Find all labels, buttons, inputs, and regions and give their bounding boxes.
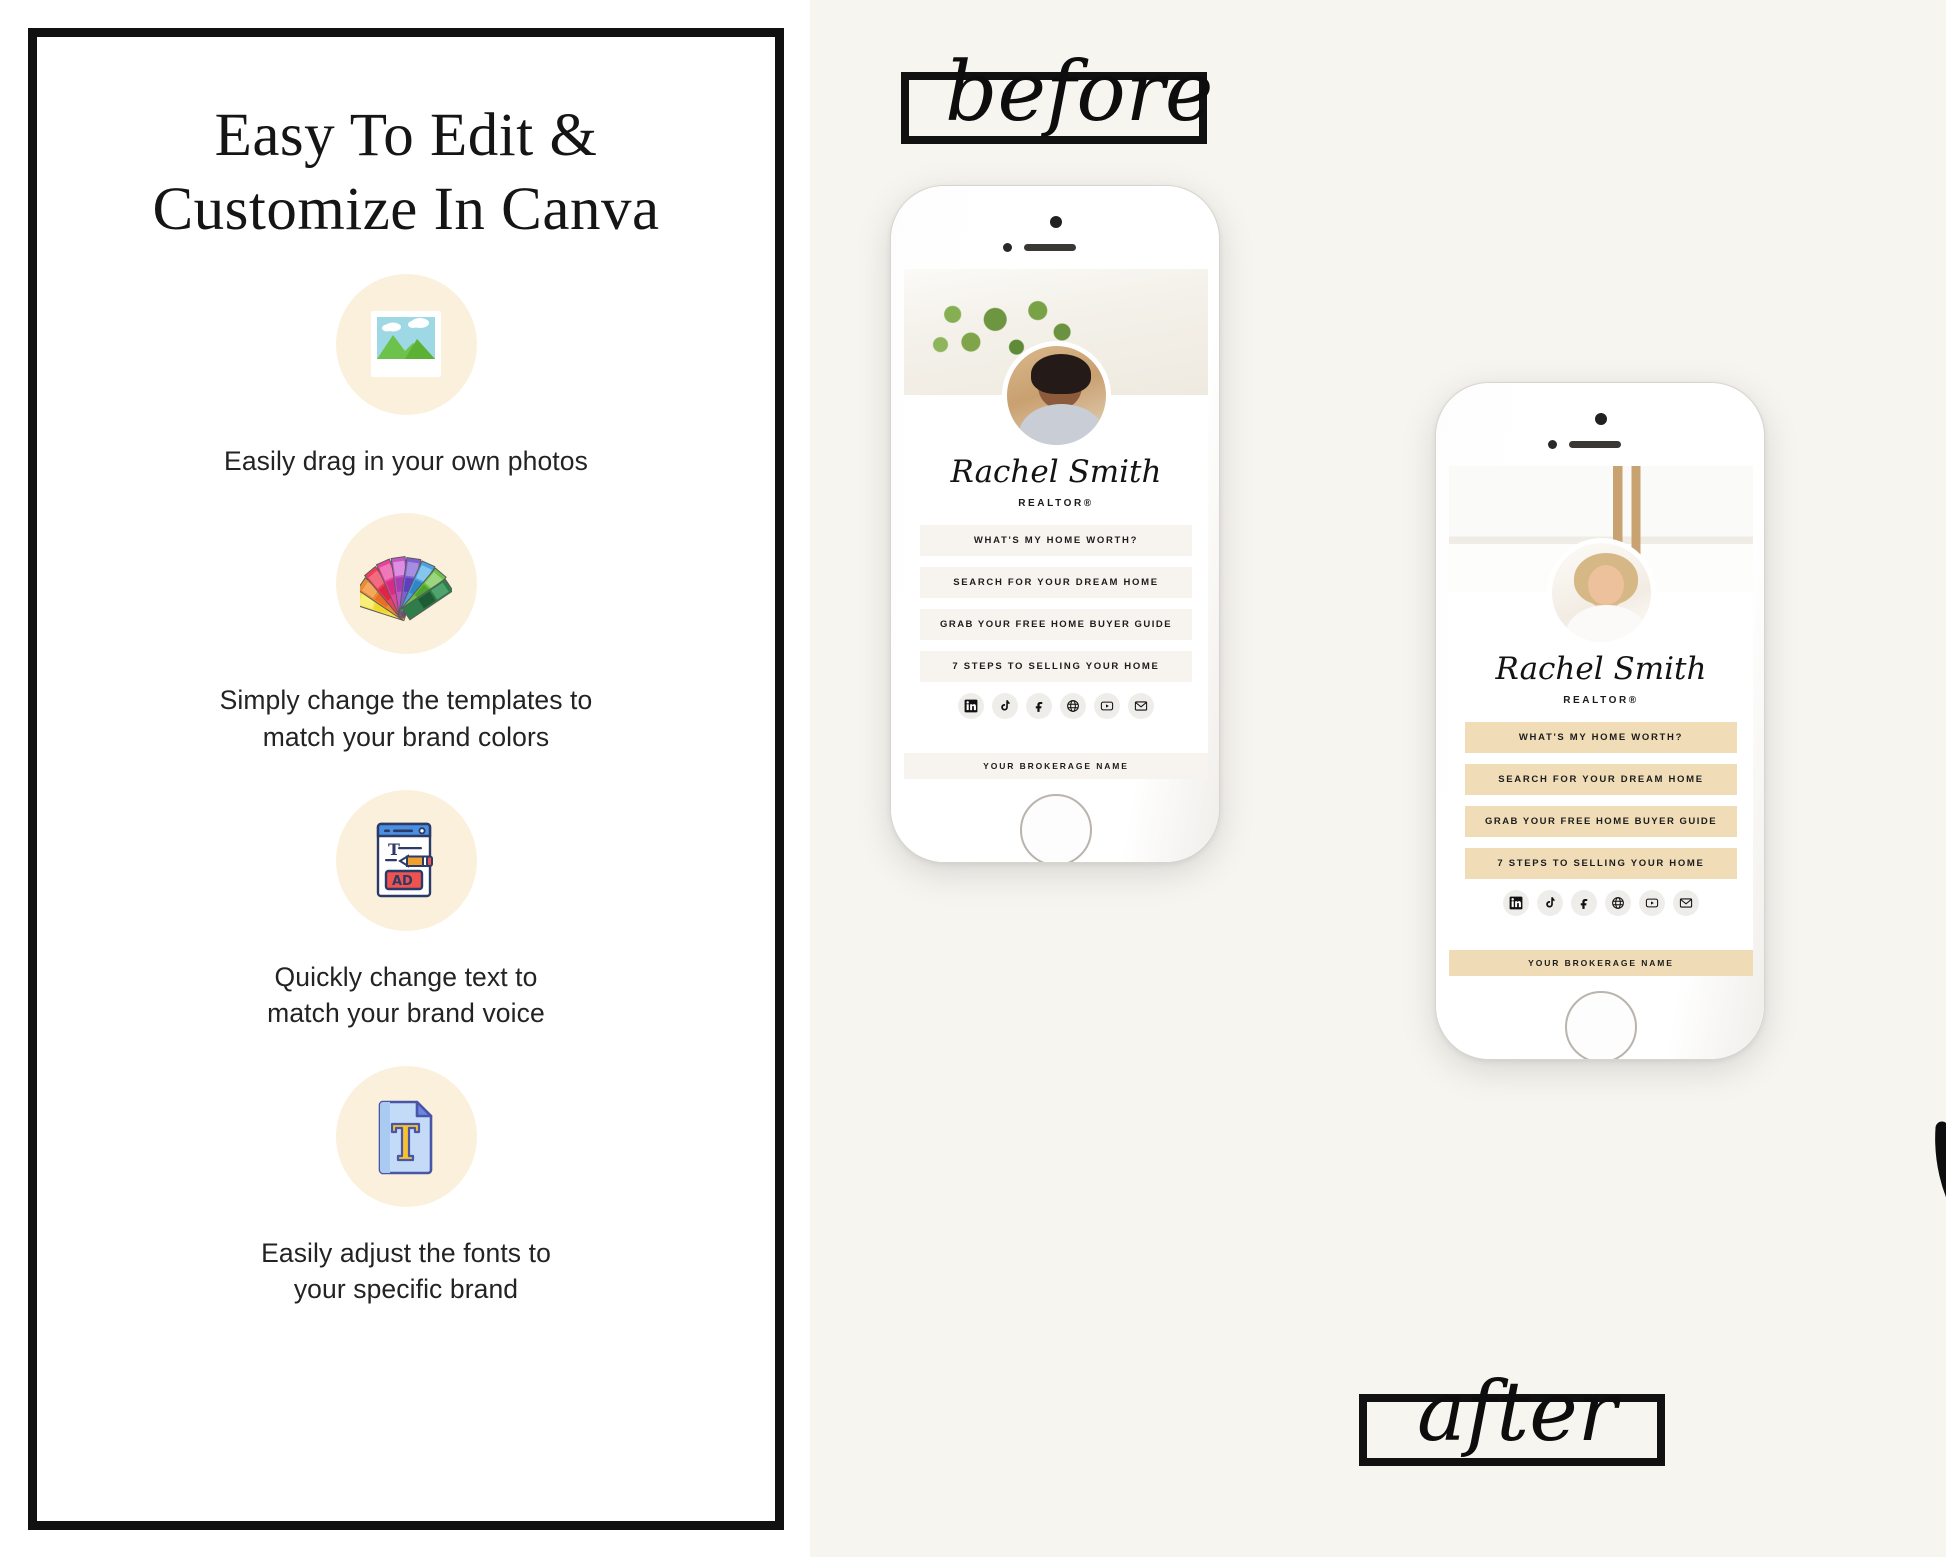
before-after-panel: before after Rachel Smith REALTOR® WHAT'…	[810, 0, 1946, 1557]
page-title-line-2: Customize In Canva	[152, 176, 660, 244]
after-label-box: after	[1359, 1372, 1665, 1466]
email-icon[interactable]	[1673, 890, 1699, 916]
globe-icon[interactable]	[1605, 890, 1631, 916]
phone-screen-after: Rachel Smith REALTOR® WHAT'S MY HOME WOR…	[1449, 466, 1753, 976]
link-button-dream-home[interactable]: SEARCH FOR YOUR DREAM HOME	[920, 567, 1192, 598]
after-label: after	[1417, 1365, 1617, 1460]
earpiece-speaker	[1569, 441, 1621, 448]
brokerage-bar-after: YOUR BROKERAGE NAME	[1449, 950, 1753, 976]
font-document-icon	[335, 1065, 477, 1207]
brokerage-bar-before: YOUR BROKERAGE NAME	[904, 753, 1208, 779]
email-icon[interactable]	[1128, 693, 1154, 719]
link-button-selling-steps[interactable]: 7 STEPS TO SELLING YOUR HOME	[920, 651, 1192, 682]
facebook-icon[interactable]	[1571, 890, 1597, 916]
proximity-sensor-icon	[1003, 243, 1012, 252]
feature-label: Quickly change text to match your brand …	[267, 961, 545, 1029]
home-button[interactable]	[1020, 794, 1092, 862]
avatar	[1002, 341, 1111, 450]
before-label-box: before	[901, 52, 1213, 144]
realtor-role: REALTOR®	[1018, 498, 1094, 509]
phone-mockup-before: Rachel Smith REALTOR® WHAT'S MY HOME WOR…	[890, 185, 1220, 863]
feature-list: Easily drag in your own photos Simply ch…	[37, 273, 775, 1342]
front-camera-icon	[1050, 216, 1062, 228]
color-swatch-fan-icon	[335, 513, 477, 655]
earpiece-speaker	[1024, 244, 1076, 251]
proximity-sensor-icon	[1548, 440, 1557, 449]
comparison-mockup-page: Easy To Edit & Customize In Canva Easily…	[0, 0, 1946, 1557]
facebook-icon[interactable]	[1026, 693, 1052, 719]
home-button[interactable]	[1565, 991, 1637, 1059]
link-button-selling-steps[interactable]: 7 STEPS TO SELLING YOUR HOME	[1465, 848, 1737, 879]
link-button-buyer-guide[interactable]: GRAB YOUR FREE HOME BUYER GUIDE	[1465, 806, 1737, 837]
photo-landscape-icon	[335, 273, 477, 415]
svg-text:AD: AD	[392, 874, 413, 889]
globe-icon[interactable]	[1060, 693, 1086, 719]
linkedin-icon[interactable]	[958, 693, 984, 719]
link-button-list-before: WHAT'S MY HOME WORTH? SEARCH FOR YOUR DR…	[904, 525, 1208, 682]
phone-mockup-after: Rachel Smith REALTOR® WHAT'S MY HOME WOR…	[1435, 382, 1765, 1060]
feature-item-photos: Easily drag in your own photos	[37, 273, 775, 514]
features-panel: Easy To Edit & Customize In Canva Easily…	[0, 0, 810, 1557]
curved-arrow-down-right-icon	[1928, 1118, 1946, 1348]
social-links-after	[1449, 890, 1753, 916]
realtor-role: REALTOR®	[1563, 695, 1639, 706]
feature-label: Simply change the templates to match you…	[219, 685, 593, 752]
link-button-buyer-guide[interactable]: GRAB YOUR FREE HOME BUYER GUIDE	[920, 609, 1192, 640]
youtube-icon[interactable]	[1094, 693, 1120, 719]
tiktok-icon[interactable]	[992, 693, 1018, 719]
link-button-dream-home[interactable]: SEARCH FOR YOUR DREAM HOME	[1465, 764, 1737, 795]
link-button-home-worth[interactable]: WHAT'S MY HOME WORTH?	[920, 525, 1192, 556]
page-title-line-1: Easy To Edit &	[214, 102, 598, 169]
social-links-before	[904, 693, 1208, 719]
avatar	[1547, 538, 1656, 647]
youtube-icon[interactable]	[1639, 890, 1665, 916]
link-button-list-after: WHAT'S MY HOME WORTH? SEARCH FOR YOUR DR…	[1449, 722, 1753, 879]
before-label: before	[945, 45, 1214, 140]
phone-screen-before: Rachel Smith REALTOR® WHAT'S MY HOME WOR…	[904, 269, 1208, 779]
realtor-name: Rachel Smith	[1495, 651, 1707, 687]
feature-label: Easily drag in your own photos	[224, 445, 588, 476]
page-title: Easy To Edit & Customize In Canva	[152, 99, 659, 248]
link-button-home-worth[interactable]: WHAT'S MY HOME WORTH?	[1465, 722, 1737, 753]
features-frame-border: Easy To Edit & Customize In Canva Easily…	[28, 28, 784, 1530]
realtor-name: Rachel Smith	[950, 454, 1162, 490]
feature-item-text: T AD Quickly change text to match your b…	[37, 789, 775, 1066]
front-camera-icon	[1595, 413, 1607, 425]
linkedin-icon[interactable]	[1503, 890, 1529, 916]
svg-text:T: T	[388, 840, 400, 859]
feature-item-colors: Simply change the templates to match you…	[37, 513, 775, 789]
feature-item-fonts: Easily adjust the fonts to your specific…	[37, 1065, 775, 1342]
tiktok-icon[interactable]	[1537, 890, 1563, 916]
ad-editor-icon: T AD	[335, 789, 477, 931]
feature-label: Easily adjust the fonts to your specific…	[261, 1237, 551, 1305]
